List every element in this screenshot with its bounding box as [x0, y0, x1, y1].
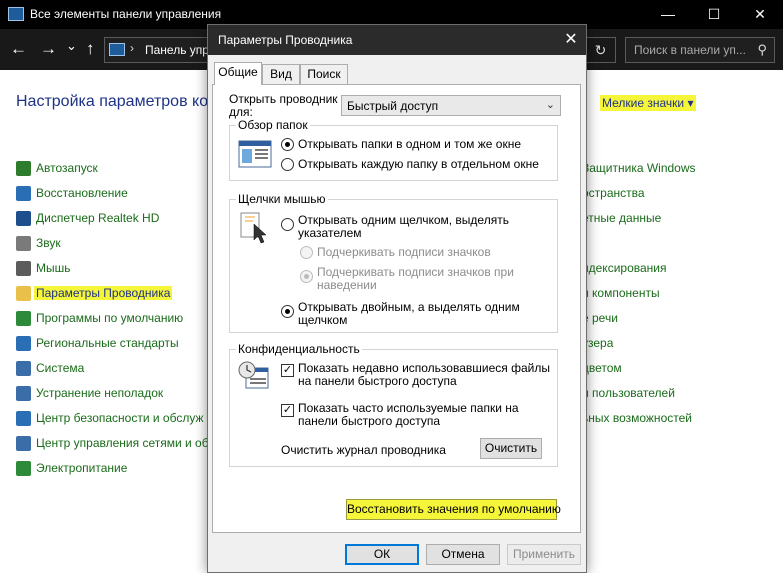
control-panel-icon — [8, 7, 24, 21]
troubleshoot-icon — [16, 386, 31, 401]
view-by-value: Мелкие значки — [602, 96, 685, 110]
page-title: Настройка параметров ком — [16, 93, 220, 110]
close-window-button[interactable]: ✕ — [737, 0, 783, 29]
option-single-click-label: Открывать одним щелчком, выделять указат… — [298, 213, 509, 240]
tab-view[interactable]: Вид — [262, 64, 300, 84]
view-by-dropdown[interactable]: Мелкие значки ▾ — [600, 95, 696, 111]
control-panel-item-label: Система — [36, 361, 85, 375]
option-frequent-folders-label: Показать часто используемые папки на пан… — [298, 401, 519, 428]
clear-history-button[interactable]: Очистить — [480, 438, 542, 459]
control-panel-item-label[interactable]: остранства — [582, 186, 645, 204]
realtek-icon — [16, 211, 31, 226]
apply-button[interactable]: Применить — [507, 544, 581, 565]
control-panel-icon — [109, 43, 125, 56]
mouse-icon — [16, 261, 31, 276]
restore-defaults-button[interactable]: Восстановить значения по умолчанию — [346, 499, 561, 520]
open-explorer-label: Открыть проводник для: — [229, 92, 338, 119]
control-panel-item-label: Восстановление — [36, 186, 128, 200]
sound-icon — [16, 236, 31, 251]
privacy-group: Конфиденциальность ✓ Показать недавно ис… — [229, 342, 558, 467]
browse-folders-title: Обзор папок — [236, 118, 310, 132]
control-panel-item-label: Центр управления сетями и об — [36, 436, 209, 450]
radio-separate-window[interactable] — [281, 158, 294, 171]
maximize-button[interactable]: ☐ — [691, 0, 737, 29]
radio-same-window[interactable] — [281, 138, 294, 151]
open-explorer-value: Быстрый доступ — [347, 99, 439, 113]
default-programs-icon — [16, 311, 31, 326]
radio-single-click[interactable] — [281, 218, 294, 231]
click-items-title: Щелчки мышью — [236, 192, 328, 206]
breadcrumb[interactable]: Панель упр — [145, 43, 209, 57]
option-same-window-label: Открывать папки в одном и том же окне — [298, 137, 521, 151]
mouse-pointer-icon — [240, 212, 267, 244]
chevron-down-icon: ⌄ — [545, 99, 555, 111]
browse-folders-group: Обзор папок Открывать папки в одном и то… — [229, 118, 558, 181]
autoplay-icon — [16, 161, 31, 176]
recent-locations-chevron-icon[interactable]: ⌄ — [66, 36, 77, 56]
breadcrumb-separator-icon: › — [130, 41, 134, 55]
cancel-button[interactable]: Отмена — [426, 544, 500, 565]
open-explorer-select[interactable]: Быстрый доступ ⌄ — [341, 95, 561, 116]
option-underline-hover-label: Подчеркивать подписи значков при наведен… — [317, 265, 514, 292]
tab-search[interactable]: Поиск — [300, 64, 348, 84]
search-input[interactable]: Поиск в панели уп... ⚲ — [625, 37, 775, 63]
control-panel-item-label[interactable]: ьных возможностей — [582, 411, 692, 429]
up-arrow-icon[interactable]: ↑ — [86, 39, 95, 59]
control-panel-item-label[interactable]: цветом — [582, 361, 622, 379]
radio-double-click[interactable] — [281, 305, 294, 318]
option-double-click-label: Открывать двойным, а выделять одним щелч… — [298, 300, 520, 327]
option-underline-always-label: Подчеркивать подписи значков — [317, 245, 491, 259]
tab-general[interactable]: Общие — [214, 62, 262, 85]
control-panel-item-label: Звук — [36, 236, 61, 250]
dialog-close-button[interactable]: ✕ — [556, 25, 586, 55]
control-panel-item-label: Диспетчер Realtek HD — [36, 211, 160, 225]
radio-underline-always[interactable] — [300, 246, 313, 259]
folder-options-dialog: Параметры Проводника ✕ Общие Вид Поиск О… — [207, 24, 587, 573]
radio-underline-hover[interactable] — [300, 270, 313, 283]
minimize-button[interactable]: — — [645, 0, 691, 29]
control-panel-item-label: Центр безопасности и обслуж — [36, 411, 204, 425]
address-bar[interactable]: › Панель упр — [104, 37, 214, 63]
power-icon — [16, 461, 31, 476]
ok-button[interactable]: ОК — [345, 544, 419, 565]
option-separate-window-label: Открывать каждую папку в отдельном окне — [298, 157, 539, 171]
dialog-titlebar: Параметры Проводника ✕ — [208, 25, 586, 55]
control-panel-item-label: Программы по умолчанию — [36, 311, 184, 325]
search-icon[interactable]: ⚲ — [757, 42, 767, 58]
control-panel-item-label: Региональные стандарты — [36, 336, 179, 350]
control-panel-item-label[interactable]: и пользователей — [582, 386, 675, 404]
control-panel-item-label: Мышь — [36, 261, 71, 275]
chevron-down-icon: ▾ — [687, 96, 694, 110]
privacy-title: Конфиденциальность — [236, 342, 362, 356]
security-flag-icon — [16, 411, 31, 426]
control-panel-item-label: Автозапуск — [36, 161, 98, 175]
click-items-group: Щелчки мышью Открывать одним щелчком, вы… — [229, 192, 558, 333]
privacy-history-icon — [238, 361, 269, 389]
refresh-icon[interactable]: ↻ — [586, 37, 616, 63]
region-icon — [16, 336, 31, 351]
window-title: Все элементы панели управления — [30, 7, 222, 21]
control-panel-item-label: Параметры Проводника — [34, 286, 173, 300]
control-panel-item-label[interactable]: ндексирования — [582, 261, 666, 279]
dialog-title: Параметры Проводника — [218, 33, 353, 47]
control-panel-item-label[interactable]: Защитника Windows — [582, 161, 696, 179]
option-recent-files-label: Показать недавно использовавшиеся файлы … — [298, 361, 550, 388]
window-layout-icon — [238, 140, 272, 168]
control-panel-item-label: Электропитание — [36, 461, 128, 475]
control-panel-item-label: Устранение неполадок — [36, 386, 164, 400]
network-icon — [16, 436, 31, 451]
recovery-icon — [16, 186, 31, 201]
checkbox-recent-files[interactable]: ✓ — [281, 364, 294, 377]
control-panel-item-label[interactable]: етные данные — [582, 211, 661, 229]
clear-history-label: Очистить журнал проводника — [281, 443, 446, 457]
search-placeholder: Поиск в панели уп... — [634, 43, 746, 57]
back-arrow-icon[interactable]: ← — [10, 39, 27, 59]
control-panel-item-label[interactable]: е речи — [582, 311, 618, 329]
general-tab-panel: Открыть проводник для: Быстрый доступ ⌄ … — [212, 84, 581, 533]
system-icon — [16, 361, 31, 376]
forward-arrow-icon[interactable]: → — [40, 39, 57, 59]
checkbox-frequent-folders[interactable]: ✓ — [281, 404, 294, 417]
folder-options-icon — [16, 286, 31, 301]
control-panel-item-label[interactable]: и компоненты — [582, 286, 660, 304]
